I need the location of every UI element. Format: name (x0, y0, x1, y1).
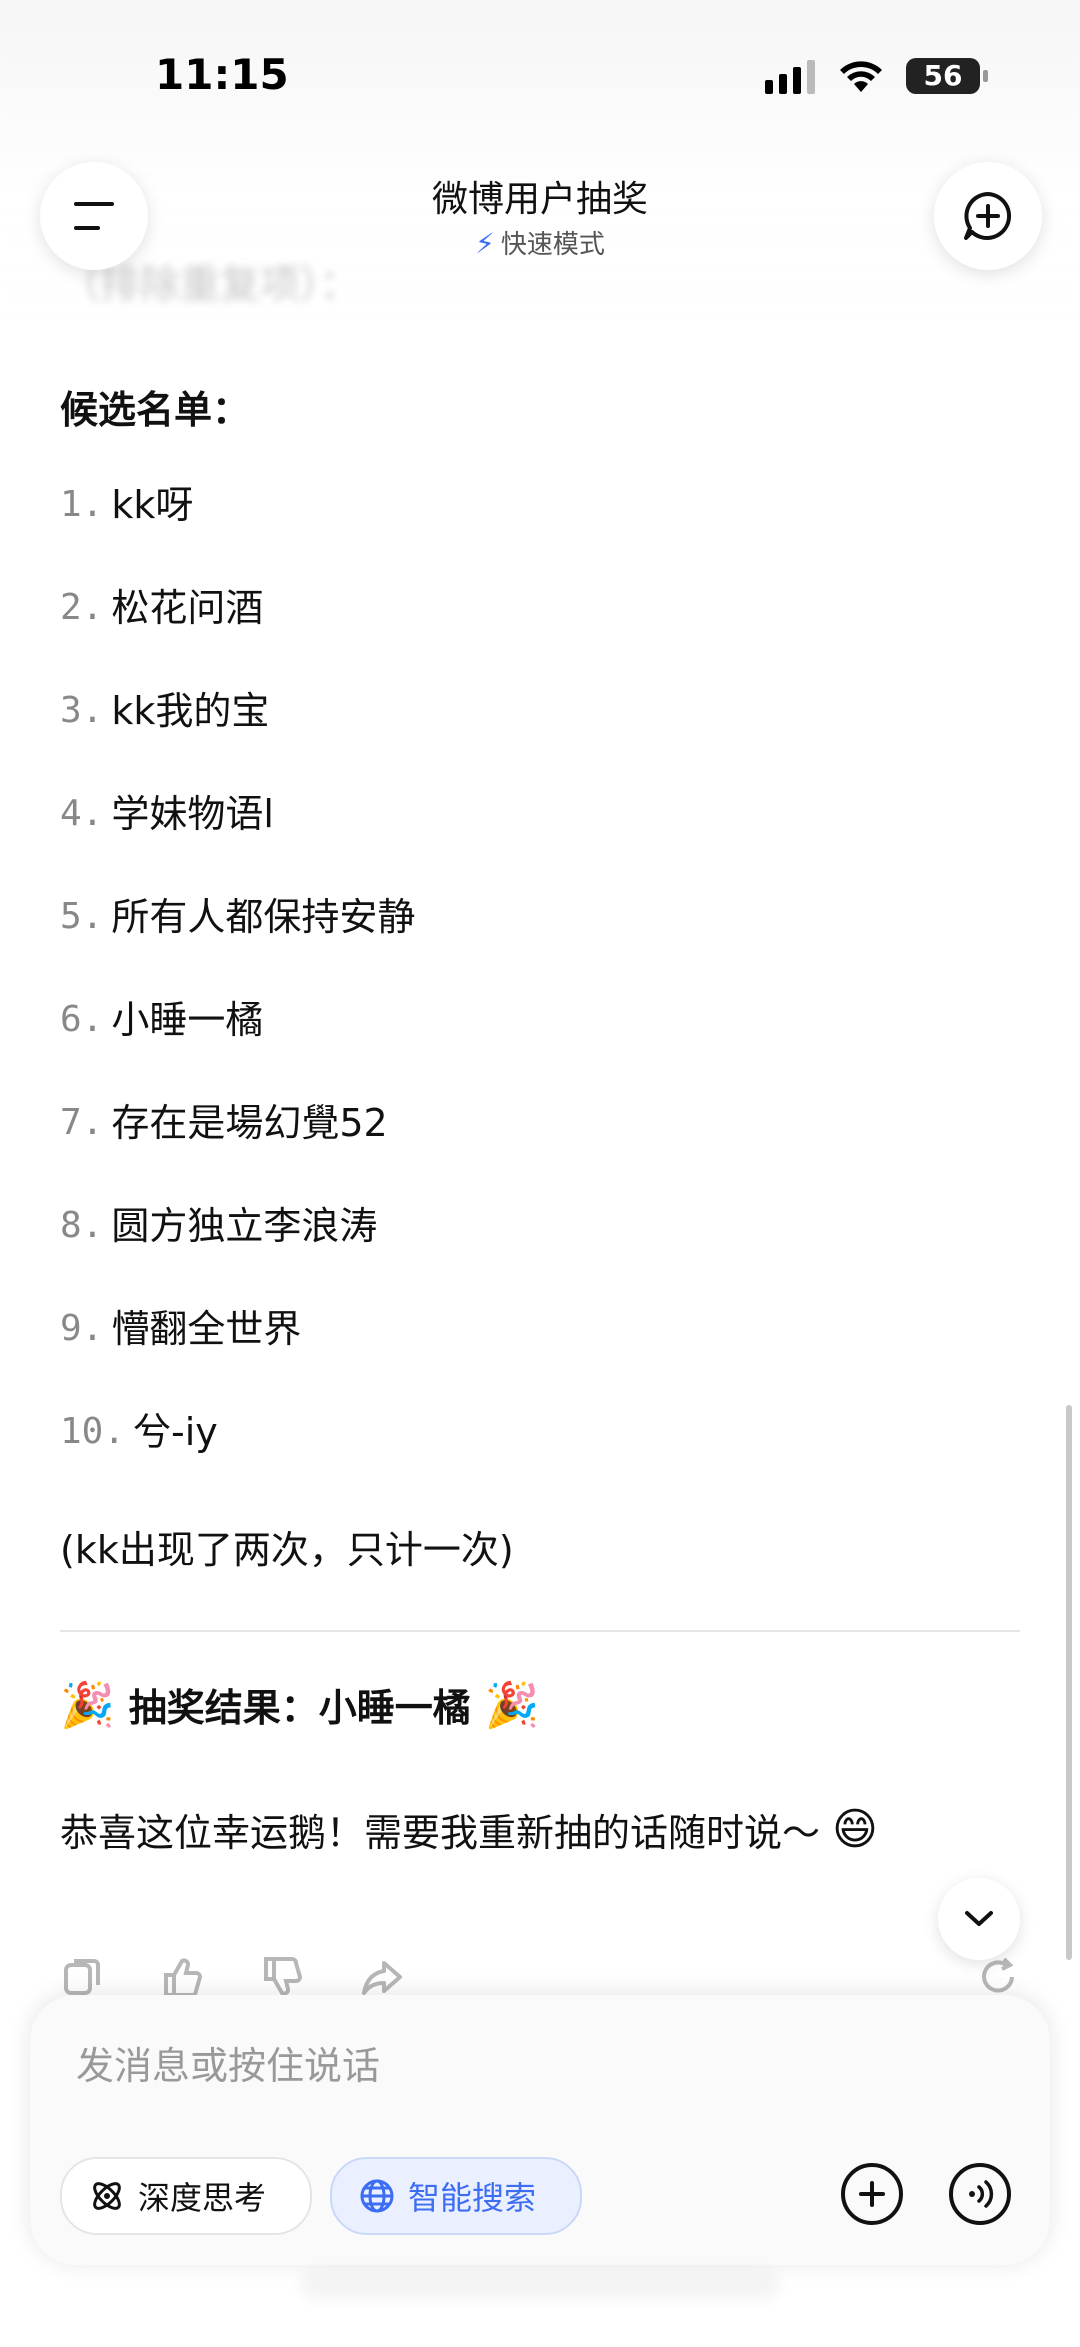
voice-icon (969, 2180, 994, 2208)
list-item: 5. 所有人都保持安静 (60, 895, 416, 939)
list-item: 1. kk呀 (60, 483, 194, 527)
new-chat-button[interactable] (934, 162, 1042, 270)
mode-label: 快速模式 (500, 230, 605, 260)
smart-search-button[interactable]: 智能搜索 (330, 2157, 582, 2235)
add-attachment-button[interactable] (841, 2163, 903, 2225)
candidate-heading: 候选名单： (60, 388, 251, 432)
chat-message: 候选名单： 1. kk呀 2. 松花问酒 3. kk我的宝 4. 学妹物语l 5. 所有人… (60, 380, 1020, 1857)
home-indicator-area (300, 2270, 780, 2300)
voice-call-button[interactable] (949, 2163, 1011, 2225)
share-icon[interactable] (360, 1955, 404, 1999)
wifi-icon (840, 61, 882, 92)
list-item: 4. 学妹物语l (60, 792, 274, 836)
list-item: 10. 兮-iy (60, 1410, 218, 1454)
status-time: 11:15 (155, 50, 289, 99)
party-popper-icon: 🎉 (484, 1679, 540, 1731)
thumb-down-icon[interactable] (260, 1955, 304, 1999)
scrollbar[interactable] (1066, 1405, 1072, 1960)
draw-result: 🎉 抽奖结果：小睡一橘 🎉 (60, 1677, 1020, 1732)
copy-icon[interactable] (60, 1955, 104, 1999)
duplicate-note: (kk出现了两次，只计一次) (60, 1528, 514, 1572)
page-title: 微博用户抽奖 (431, 179, 648, 220)
divider (60, 1630, 1020, 1632)
list-item: 6. 小睡一橘 (60, 998, 264, 1042)
deep-think-label: 深度思考 (138, 2179, 267, 2217)
refresh-icon[interactable] (976, 1955, 1020, 1999)
congrats-text: 恭喜这位幸运鹅！需要我重新抽的话随时说～ (60, 1811, 821, 1855)
result-text: 抽奖结果：小睡一橘 (128, 1686, 471, 1730)
list-item: 3. kk我的宝 (60, 689, 270, 733)
bolt-icon: ⚡ (475, 227, 495, 260)
party-popper-icon: 🎉 (60, 1679, 115, 1731)
list-item: 8. 圆方独立李浪涛 (60, 1204, 378, 1248)
grinning-face-icon: 😄 (832, 1804, 878, 1855)
list-item: 9. 懵翻全世界 (60, 1307, 302, 1351)
list-item: 7. 存在是場幻覺52 (60, 1101, 388, 1145)
status-bar: 11:15 56 (0, 0, 1080, 160)
list-item: 2. 松花问酒 (60, 586, 264, 630)
battery-icon: 56 (906, 58, 988, 94)
plus-icon (859, 2181, 885, 2207)
message-composer: 发消息或按住说话 深度思考 智能搜索 (30, 1995, 1050, 2265)
thumb-up-icon[interactable] (160, 1955, 204, 1999)
message-input[interactable]: 发消息或按住说话 (76, 2035, 380, 2090)
globe-icon (360, 2179, 394, 2213)
deep-think-button[interactable]: 深度思考 (60, 2157, 312, 2235)
smart-search-label: 智能搜索 (408, 2179, 537, 2217)
mode-indicator[interactable]: ⚡ 快速模式 (0, 224, 1080, 261)
new-chat-icon (964, 192, 1012, 240)
congrats-message: 恭喜这位幸运鹅！需要我重新抽的话随时说～ 😄 (60, 1802, 1020, 1857)
scroll-down-button[interactable] (938, 1878, 1020, 1960)
chevron-down-icon (965, 1911, 993, 1926)
candidate-list: 1. kk呀 2. 松花问酒 3. kk我的宝 4. 学妹物语l 5. 所有人都保持安静 … (60, 480, 1020, 1510)
deep-think-icon (93, 2182, 121, 2210)
signal-icon (765, 60, 815, 94)
